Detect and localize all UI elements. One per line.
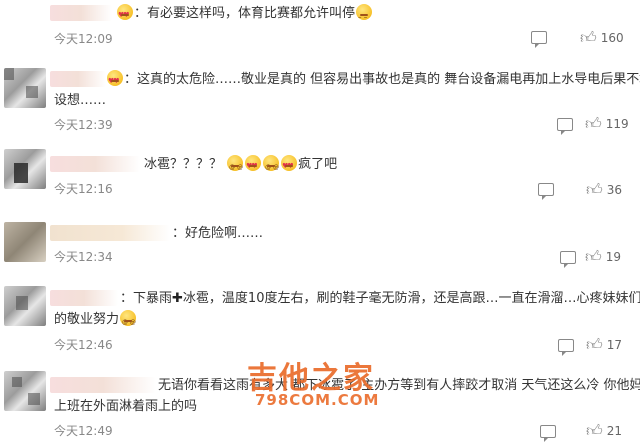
like-count: 17 xyxy=(606,338,623,352)
comment-item: ：好危险啊…… 今天12:34 👍︎ 19 xyxy=(0,218,640,280)
comment-item: ：这真的太危险……敬业是真的 但容易出事故也是真的 舞台设备漏电再加上水导电后果… xyxy=(0,62,640,142)
heart-eyes-emoji xyxy=(281,155,298,177)
comment-time: 今天12:34 xyxy=(54,250,113,264)
comment-reply-icon[interactable] xyxy=(560,251,576,268)
watermark-url: 798COM.COM xyxy=(255,391,380,409)
like-button[interactable]: 👍︎ 119 xyxy=(585,115,629,133)
plus-cross-glyph: ✚ xyxy=(172,291,183,306)
avatar[interactable] xyxy=(4,371,46,411)
dizzy-face-emoji xyxy=(227,155,244,178)
username-blurred[interactable] xyxy=(50,225,170,241)
dizzy-face-emoji xyxy=(120,310,137,333)
avatar[interactable] xyxy=(4,286,46,326)
comment-text: ：好危险啊…… xyxy=(172,226,264,241)
thumbs-up-icon: 👍︎ xyxy=(586,180,603,199)
thumbs-up-icon: 👍︎ xyxy=(585,247,602,266)
comment-reply-icon[interactable] xyxy=(558,339,574,356)
like-count: 19 xyxy=(605,250,622,264)
username-blurred[interactable] xyxy=(50,156,140,172)
sleepy-emoji xyxy=(356,4,373,28)
comment-text: ：下暴雨✚冰雹，温度10度左右，刷的鞋子毫无防滑，还是高跟…一直在滑溜…心疼妹妹… xyxy=(54,288,640,333)
like-button[interactable]: 👍︎ 160 xyxy=(580,29,624,47)
comment-text: ：这真的太危险……敬业是真的 但容易出事故也是真的 舞台设备漏电再加上水导电后果… xyxy=(54,69,640,111)
heart-eyes-emoji xyxy=(117,4,133,26)
comment-time: 今天12:49 xyxy=(54,424,113,438)
thumbs-up-icon: 👍︎ xyxy=(585,114,602,133)
heart-eyes-emoji xyxy=(245,155,262,177)
comment-reply-icon[interactable] xyxy=(557,118,573,135)
comment-time: 今天12:39 xyxy=(54,118,113,132)
comment-time: 今天12:16 xyxy=(54,182,113,196)
comment-item: 冰雹？？？？ 疯了吧 今天12:16 👍︎ 36 xyxy=(0,146,640,208)
like-count: 160 xyxy=(600,31,624,45)
avatar[interactable] xyxy=(4,68,46,108)
comment-reply-icon[interactable] xyxy=(540,425,556,442)
comment-text: ：有必要这样吗，体育比赛都允许叫停 xyxy=(116,3,373,28)
heart-eyes-emoji xyxy=(107,70,123,92)
like-count: 119 xyxy=(605,117,629,131)
like-button[interactable]: 👍︎ 19 xyxy=(585,248,621,266)
like-button[interactable]: 👍︎ 17 xyxy=(586,336,622,354)
dizzy-face-emoji xyxy=(263,155,280,178)
comment-reply-icon[interactable] xyxy=(538,183,554,200)
comment-text: 冰雹？？？？ 疯了吧 xyxy=(144,154,337,178)
thumbs-up-icon: 👍︎ xyxy=(586,421,603,440)
comment-item: ：有必要这样吗，体育比赛都允许叫停 今天12:09 👍︎ 160 xyxy=(0,0,640,56)
comment-item: ：下暴雨✚冰雹，温度10度左右，刷的鞋子毫无防滑，还是高跟…一直在滑溜…心疼妹妹… xyxy=(0,284,640,356)
comment-time: 今天12:09 xyxy=(54,32,113,46)
thumbs-up-icon: 👍︎ xyxy=(580,28,597,47)
site-watermark: 吉他之家 798COM.COM xyxy=(247,353,397,415)
thumbs-up-icon: 👍︎ xyxy=(586,335,603,354)
comment-reply-icon[interactable] xyxy=(531,31,547,48)
like-button[interactable]: 👍︎ 21 xyxy=(586,422,622,440)
like-button[interactable]: 👍︎ 36 xyxy=(586,181,622,199)
like-count: 36 xyxy=(606,183,623,197)
like-count: 21 xyxy=(606,424,623,438)
comment-time: 今天12:46 xyxy=(54,338,113,352)
avatar[interactable] xyxy=(4,149,46,189)
avatar[interactable] xyxy=(4,222,46,262)
username-blurred[interactable] xyxy=(50,5,112,21)
